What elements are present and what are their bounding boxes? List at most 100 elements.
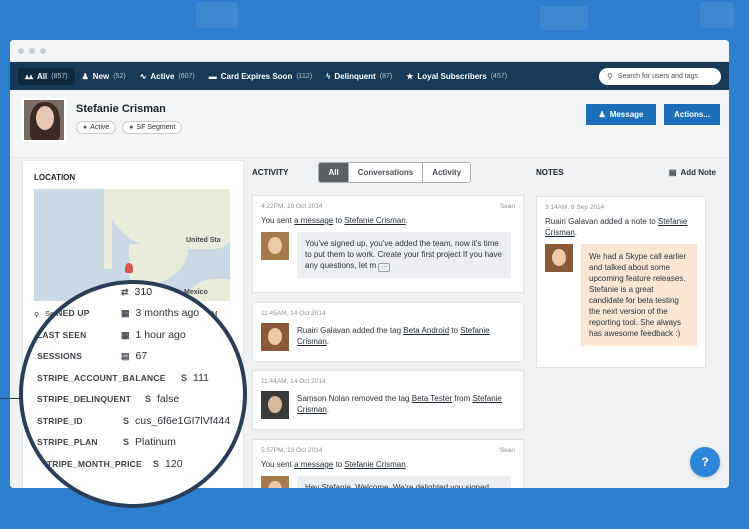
nav-label: Active — [150, 71, 175, 81]
tag-icon: ● — [129, 124, 134, 131]
activity-card: 4:22PM, 19 Oct 2014 Sean You sent a messa… — [252, 195, 524, 293]
card-icon: ▬ — [208, 71, 217, 81]
notes-panel: NOTES ▤ Add Note 3:14AM, 8 Sep 2014 Ruai… — [536, 160, 716, 488]
window-dot-close[interactable] — [18, 47, 24, 54]
actions-button-label: Actions... — [673, 110, 710, 119]
message-link[interactable]: a message — [294, 216, 333, 225]
attribute-key: STRI — [41, 479, 58, 487]
search-icon: ⚲ — [607, 71, 613, 81]
stripe-icon: S — [145, 394, 152, 404]
calendar-icon: ▦ — [121, 329, 130, 340]
nav-count: (857) — [51, 72, 68, 80]
stripe-icon: S — [181, 373, 188, 383]
stripe-icon: S — [153, 459, 160, 469]
tag-sf-segment[interactable]: ● SF Segment — [122, 121, 183, 134]
note-body: We had a Skype call earlier and talked a… — [581, 244, 697, 346]
stripe-icon: S — [123, 437, 130, 447]
search-placeholder: Search for users and tags — [617, 72, 699, 80]
activity-header: ACTIVITY All Conversations Activity — [252, 160, 528, 184]
help-icon: ? — [701, 455, 709, 469]
attribute-value: 111 — [193, 372, 209, 384]
avatar — [261, 476, 289, 488]
nav-item-card-expires-soon[interactable]: ▬ Card Expires Soon (112) — [202, 68, 319, 85]
nav-item-active[interactable]: ∿ Active (607) — [133, 68, 202, 85]
background-decoration — [700, 2, 734, 28]
magnifier-pointer — [0, 398, 20, 399]
message-button[interactable]: ♟ Message — [586, 104, 656, 125]
window-dot-minimize[interactable] — [29, 47, 35, 54]
tag-link[interactable]: Beta Tester — [412, 394, 452, 403]
message-preview[interactable]: You've signed up, you've added the team,… — [297, 232, 511, 278]
map-pin-icon — [125, 263, 133, 273]
attribute-value: 3 months ago — [135, 307, 200, 319]
segment-nav: ▴▴ All (857) ♟ New (52) ∿ Active (607) ▬… — [10, 62, 729, 90]
nav-item-all[interactable]: ▴▴ All (857) — [18, 67, 75, 85]
nav-label: New — [92, 71, 110, 81]
attribute-value: 310 — [134, 286, 153, 298]
notes-title: NOTES — [536, 167, 564, 177]
activity-time: 4:22PM, 19 Oct 2014 — [261, 203, 323, 210]
nav-count: (607) — [178, 72, 195, 80]
activity-text: Samson Nolan removed the tag Beta Tester… — [297, 394, 502, 414]
activity-panel: ACTIVITY All Conversations Activity 4:22… — [252, 160, 528, 488]
activity-text: You sent a message to Stefanie Crisman. — [261, 460, 408, 469]
filter-conversations[interactable]: Conversations — [347, 162, 423, 182]
help-button[interactable]: ? — [690, 447, 720, 477]
message-link[interactable]: a message — [294, 460, 333, 469]
calendar-icon: ▦ — [121, 307, 130, 318]
activity-author: Sean — [499, 447, 515, 454]
attribute-value: Platinum — [135, 436, 176, 448]
note-card: 3:14AM, 8 Sep 2014 Ruairi Galavan added … — [536, 196, 706, 368]
attribute-value: 120 — [165, 458, 183, 470]
avatar — [261, 323, 289, 351]
bolt-icon: ϟ — [326, 71, 331, 81]
add-user-icon: ♟ — [598, 110, 606, 119]
activity-filter: All Conversations Activity — [318, 161, 472, 183]
pulse-icon: ∿ — [139, 71, 147, 81]
background-decoration — [540, 6, 588, 30]
activity-text: Ruairi Galavan added the tag Beta Androi… — [297, 326, 490, 346]
tag-active[interactable]: ● Active — [76, 121, 117, 134]
attribute-key: LAST SEEN — [37, 330, 87, 340]
nav-item-loyal-subscribers[interactable]: ★ Loyal Subscribers (457) — [399, 68, 514, 85]
user-icon: ♟ — [81, 71, 89, 81]
attribute-value: false — [157, 393, 180, 405]
filter-all[interactable]: All — [319, 162, 348, 182]
message-preview[interactable]: Hey Stefanie, Welcome. We're delighted y… — [297, 476, 511, 488]
avatar — [545, 244, 573, 272]
activity-time: 5:57PM, 13 Oct 2014 — [261, 447, 323, 454]
attribute-key: STRIPE_DELINQUENT — [37, 394, 132, 404]
tag-link[interactable]: Beta Android — [403, 326, 449, 335]
note-icon: ▤ — [668, 167, 677, 177]
group-icon: ▴▴ — [25, 71, 34, 81]
user-link[interactable]: Stefanie Crisman — [344, 460, 405, 469]
search-input[interactable]: ⚲ Search for users and tags — [599, 67, 721, 85]
nav-count: (112) — [296, 72, 313, 80]
attribute-key: STRIPE_ID — [37, 416, 83, 426]
message-button-label: Message — [609, 110, 644, 119]
actions-button[interactable]: Actions... — [664, 104, 720, 125]
activity-author: Sean — [499, 203, 515, 210]
add-note-button[interactable]: ▤ Add Note — [669, 168, 716, 177]
activity-card: 5:57PM, 13 Oct 2014 Sean You sent a messa… — [252, 439, 524, 488]
avatar — [261, 391, 289, 419]
nav-count: (52) — [113, 72, 126, 80]
more-icon[interactable]: ··· — [378, 263, 391, 272]
window-titlebar — [10, 40, 729, 62]
nav-item-delinquent[interactable]: ϟ Delinquent (87) — [319, 68, 399, 85]
activity-title: ACTIVITY — [252, 167, 289, 177]
nav-label: Delinquent — [334, 71, 376, 81]
add-note-label: Add Note — [680, 167, 716, 177]
notes-header: NOTES ▤ Add Note — [536, 160, 716, 184]
background-decoration — [196, 2, 238, 28]
activity-time: 11:44AM, 14 Oct 2014 — [261, 378, 326, 385]
star-icon: ★ — [406, 71, 414, 81]
nav-item-new[interactable]: ♟ New (52) — [75, 68, 133, 85]
filter-activity[interactable]: Activity — [422, 162, 471, 182]
user-link[interactable]: Stefanie Crisman — [344, 216, 405, 225]
location-title: LOCATION — [34, 173, 76, 182]
chart-icon: ▤ — [121, 350, 130, 361]
window-dot-maximize[interactable] — [40, 47, 46, 54]
nav-label: Loyal Subscribers — [417, 71, 487, 81]
avatar — [22, 98, 66, 142]
